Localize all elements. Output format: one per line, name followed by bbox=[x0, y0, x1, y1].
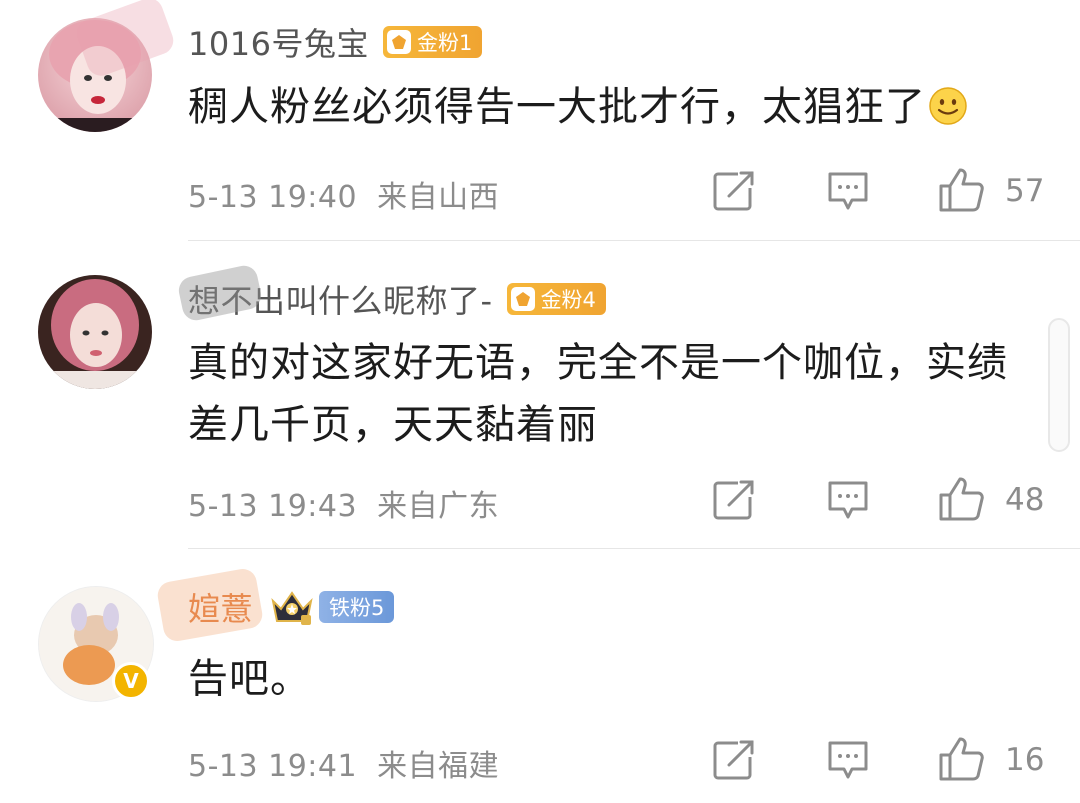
name-row: 媗薏 铁粉5 bbox=[188, 584, 395, 630]
scrollbar[interactable] bbox=[1048, 318, 1070, 452]
timestamp: 5-13 19:40 bbox=[188, 180, 358, 215]
like-count: 57 bbox=[1005, 173, 1045, 209]
like-count: 48 bbox=[1005, 482, 1045, 518]
like-count: 16 bbox=[1005, 742, 1045, 778]
smile-emoji bbox=[928, 82, 968, 144]
username[interactable]: 1016号兔宝 bbox=[188, 19, 369, 65]
name-row: 1016号兔宝 金粉1 bbox=[188, 19, 483, 65]
comment-meta: 5-13 19:40 来自山西 bbox=[188, 172, 499, 216]
diamond-icon bbox=[386, 30, 411, 54]
fan-badge[interactable]: 金粉4 bbox=[506, 283, 606, 315]
fan-badge[interactable]: 铁粉5 bbox=[319, 591, 395, 623]
comment-meta: 5-13 19:41 来自福建 bbox=[188, 741, 499, 785]
thumbs-up-icon[interactable] bbox=[938, 735, 986, 783]
comment-text[interactable]: 稠人粉丝必须得告一大批才行，太猖狂了 bbox=[188, 76, 1048, 144]
verified-v-icon: V bbox=[112, 662, 150, 700]
location: 来自福建 bbox=[377, 749, 500, 784]
comment-text[interactable]: 真的对这家好无语，完全不是一个咖位，实绩差几千页，天天黏着丽 bbox=[188, 332, 1048, 456]
thumbs-up-icon[interactable] bbox=[938, 166, 986, 214]
comment-icon[interactable] bbox=[826, 479, 870, 521]
thumbs-up-icon[interactable] bbox=[938, 475, 986, 523]
comment-item: V 媗薏 铁粉5 告吧。 5-13 19:41 来自福建 16 bbox=[0, 549, 1080, 803]
comment-icon[interactable] bbox=[826, 170, 870, 212]
location: 来自山西 bbox=[377, 180, 500, 215]
fan-badge[interactable]: 金粉1 bbox=[382, 26, 483, 58]
comment-item: 1016号兔宝 金粉1 稠人粉丝必须得告一大批才行，太猖狂了 5-13 19:4… bbox=[0, 0, 1080, 240]
diamond-icon bbox=[510, 287, 535, 311]
timestamp: 5-13 19:43 bbox=[188, 489, 358, 524]
share-icon[interactable] bbox=[712, 479, 756, 521]
username[interactable]: 媗薏 bbox=[188, 584, 253, 630]
comment-icon[interactable] bbox=[826, 739, 870, 781]
location: 来自广东 bbox=[377, 489, 500, 524]
avatar[interactable] bbox=[38, 18, 152, 132]
comment-meta: 5-13 19:43 来自广东 bbox=[188, 481, 499, 525]
avatar[interactable] bbox=[38, 275, 152, 389]
name-row: 想不出叫什么昵称了- 金粉4 bbox=[188, 276, 606, 322]
comment-text[interactable]: 告吧。 bbox=[188, 648, 1048, 710]
username[interactable]: 想不出叫什么昵称了- bbox=[188, 276, 493, 322]
fan-badge-label: 铁粉5 bbox=[329, 596, 385, 620]
crown-icon bbox=[269, 587, 315, 627]
share-icon[interactable] bbox=[712, 170, 756, 212]
avatar-image bbox=[38, 18, 152, 132]
comment-item: 想不出叫什么昵称了- 金粉4 真的对这家好无语，完全不是一个咖位，实绩差几千页，… bbox=[0, 241, 1080, 548]
fan-badge-label: 金粉1 bbox=[416, 31, 473, 55]
avatar-image bbox=[38, 275, 152, 389]
share-icon[interactable] bbox=[712, 739, 756, 781]
fan-badge-label: 金粉4 bbox=[540, 288, 596, 312]
timestamp: 5-13 19:41 bbox=[188, 749, 358, 784]
